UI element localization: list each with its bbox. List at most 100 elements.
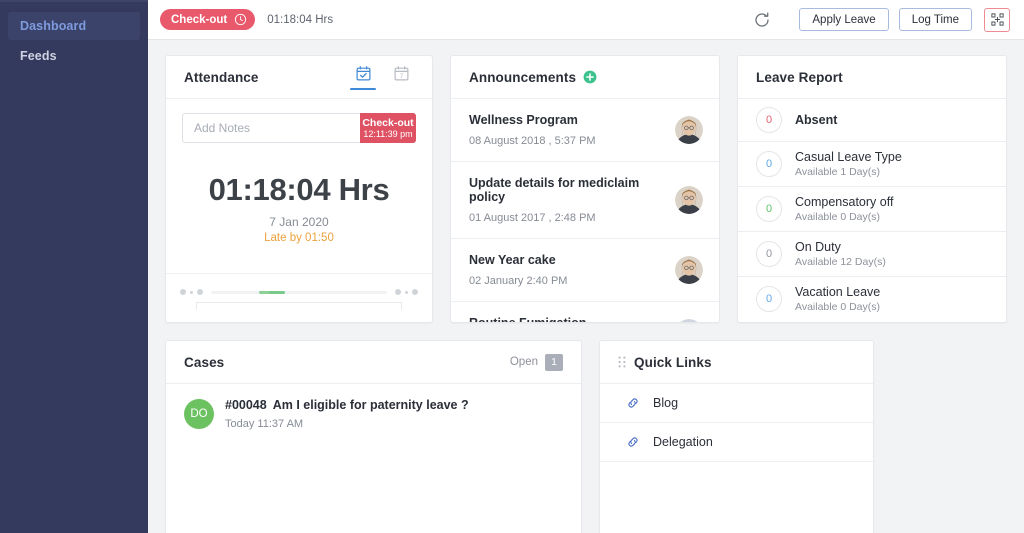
leave-type-name: Vacation Leave	[795, 285, 880, 299]
timeline-dot-right-1	[395, 289, 401, 295]
announcements-body: Wellness Program 08 August 2018 , 5:37 P…	[451, 99, 719, 322]
leave-type-name: Absent	[795, 113, 837, 127]
dashboard-row-2: Cases Open 1 DO #00048Am I eligible for …	[165, 340, 1007, 533]
clock-icon	[234, 13, 247, 26]
announcements-card: Announcements Wellness Program 08 August…	[450, 55, 720, 323]
add-widget-icon	[990, 12, 1005, 27]
quick-links-card-header: Quick Links	[600, 341, 873, 384]
leave-count-circle: 0	[756, 151, 782, 177]
svg-text:7: 7	[399, 73, 403, 80]
sidebar: Dashboard Feeds	[0, 0, 148, 533]
timeline-worked-segment-b	[269, 291, 285, 294]
announcement-date: 01 August 2017 , 2:48 PM	[469, 212, 675, 224]
attendance-body: Check-out 12:11:39 pm 01:18:04 Hrs 7 Jan…	[166, 99, 432, 322]
case-title: #00048 Am I eligible for paternity leave …	[225, 398, 469, 412]
leave-row-text: Casual Leave Type Available 1 Day(s)	[795, 150, 902, 178]
leave-row-text: Vacation Leave Available 0 Day(s)	[795, 285, 880, 313]
dashboard-grid: Attendance	[148, 40, 1024, 533]
timer-value: 01:18:04 Hrs	[166, 172, 432, 208]
leave-report-card-header: Leave Report	[738, 56, 1006, 99]
announcement-item[interactable]: New Year cake 02 January 2:40 PM	[451, 239, 719, 302]
announcement-title: Wellness Program	[469, 113, 675, 127]
quick-links-body: Blog Delegation	[600, 384, 873, 533]
avatar	[675, 319, 703, 322]
avatar	[675, 256, 703, 284]
announcement-text: Update details for mediclaim policy 01 A…	[469, 176, 675, 224]
calendar-date-icon: 7	[393, 65, 410, 82]
avatar	[675, 116, 703, 144]
main-area: Check-out 01:18:04 Hrs Apply Leave Log T…	[148, 0, 1024, 533]
refresh-icon[interactable]	[753, 11, 771, 29]
timeline-bracket	[196, 302, 402, 310]
cases-body: DO #00048 Am I eligible for paternity lea…	[166, 384, 581, 533]
leave-report-body: 0 Absent 0 Casual Leave Type	[738, 99, 1006, 322]
avatar-photo-icon	[675, 256, 703, 284]
leave-available-days: Available 12 Day(s)	[795, 256, 886, 268]
check-out-button[interactable]: Check-out 12:11:39 pm	[360, 113, 416, 143]
sidebar-item-label: Dashboard	[20, 19, 86, 33]
attendance-title: Attendance	[184, 70, 259, 85]
announcement-item[interactable]: Wellness Program 08 August 2018 , 5:37 P…	[451, 99, 719, 162]
check-out-button-time: 12:11:39 pm	[363, 129, 412, 139]
announcement-title: Update details for mediclaim policy	[469, 176, 675, 204]
announcement-text: Wellness Program 08 August 2018 , 5:37 P…	[469, 113, 675, 147]
check-out-chip-label: Check-out	[171, 14, 227, 26]
leave-report-title: Leave Report	[756, 70, 843, 85]
attendance-notes-row: Check-out 12:11:39 pm	[166, 99, 432, 143]
cases-card: Cases Open 1 DO #00048Am I eligible for …	[165, 340, 582, 533]
leave-count: 0	[766, 248, 772, 260]
timeline-dot-left-2	[190, 291, 193, 294]
leave-count: 0	[766, 158, 772, 170]
leave-report-row[interactable]: 0 Vacation Leave Available 0 Day(s)	[738, 277, 1006, 321]
quick-link-item-delegation[interactable]: Delegation	[600, 423, 873, 462]
leave-available-days: Available 0 Day(s)	[795, 211, 893, 223]
cases-open-label: Open	[510, 356, 538, 368]
leave-available-days: Available 0 Day(s)	[795, 301, 880, 313]
sidebar-item-label: Feeds	[20, 49, 57, 63]
case-avatar-initials: DO	[184, 399, 214, 429]
leave-available-days: Available 1 Day(s)	[795, 166, 902, 178]
log-time-button[interactable]: Log Time	[899, 8, 972, 31]
attendance-card: Attendance	[165, 55, 433, 323]
sidebar-item-feeds[interactable]: Feeds	[8, 42, 140, 70]
announcement-item[interactable]: Update details for mediclaim policy 01 A…	[451, 162, 719, 239]
check-out-status-chip[interactable]: Check-out	[160, 9, 255, 30]
tab-active-underline	[350, 88, 376, 90]
tab-attendance-calendar[interactable]: 7	[388, 65, 414, 90]
leave-row-text: On Duty Available 12 Day(s)	[795, 240, 886, 268]
case-number: #00048	[225, 398, 267, 412]
shift-timeline: 09AM General 06PM	[166, 273, 432, 322]
leave-report-row[interactable]: 0 Absent	[738, 99, 1006, 142]
leave-count-circle: 0	[756, 241, 782, 267]
leave-report-card: Leave Report 0 Absent	[737, 55, 1007, 323]
leave-count: 0	[766, 114, 772, 126]
add-widget-button[interactable]	[984, 8, 1010, 32]
tab-inactive-underline	[388, 88, 414, 90]
avatar-photo-icon	[675, 186, 703, 214]
attendance-card-header: Attendance	[166, 56, 432, 99]
drag-handle-icon[interactable]	[618, 356, 626, 368]
leave-report-row[interactable]: 0 Compensatory off Available 0 Day(s)	[738, 187, 1006, 232]
leave-report-row[interactable]: 0 On Duty Available 12 Day(s)	[738, 232, 1006, 277]
sidebar-item-dashboard[interactable]: Dashboard	[8, 12, 140, 40]
case-subject: Am I eligible for paternity leave ?	[273, 398, 469, 412]
avatar-group-icon	[675, 319, 703, 322]
leave-row-text: Compensatory off Available 0 Day(s)	[795, 195, 893, 223]
late-by-text: Late by 01:50	[166, 232, 432, 244]
quick-links-title: Quick Links	[634, 355, 712, 370]
leave-count: 0	[766, 293, 772, 305]
leave-report-row[interactable]: 0 Casual Leave Type Available 1 Day(s)	[738, 142, 1006, 187]
announcements-card-header: Announcements	[451, 56, 719, 99]
case-list-item[interactable]: DO #00048 Am I eligible for paternity lea…	[166, 384, 581, 444]
timeline-dot-right-3	[412, 289, 418, 295]
dashboard-empty-slot	[891, 340, 997, 533]
apply-leave-button[interactable]: Apply Leave	[799, 8, 888, 31]
timeline-dot-right-2	[405, 291, 408, 294]
timeline-track	[180, 289, 418, 295]
announcement-item[interactable]: Routine Fumigation 01 November 2019 , 7:…	[451, 302, 719, 322]
announcement-date: 02 January 2:40 PM	[469, 275, 675, 287]
tab-attendance-check[interactable]	[350, 65, 376, 90]
add-notes-input[interactable]	[182, 113, 360, 143]
quick-link-item-blog[interactable]: Blog	[600, 384, 873, 423]
add-circle-icon[interactable]	[583, 70, 597, 84]
